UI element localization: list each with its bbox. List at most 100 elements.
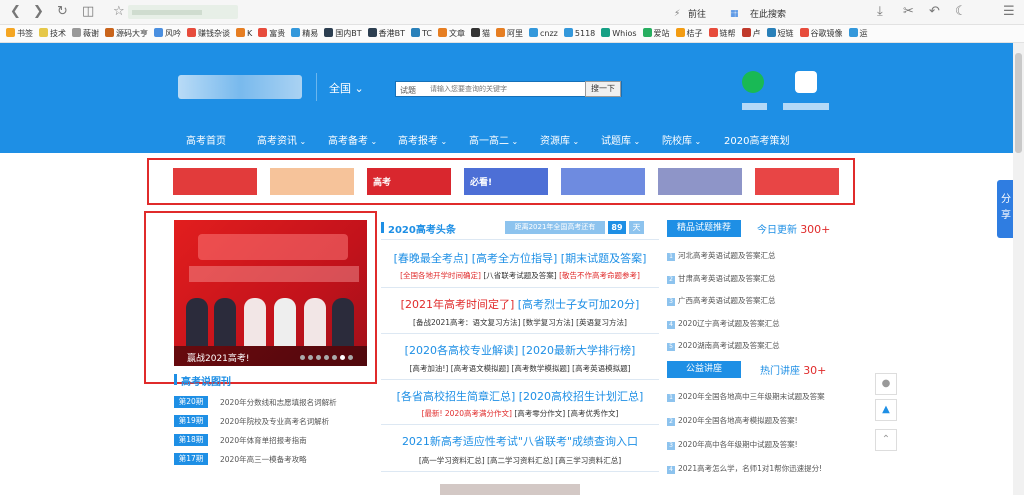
bookmark-item[interactable]: K <box>236 25 252 42</box>
tab-public-lectures[interactable]: 公益讲座 <box>667 361 741 378</box>
bookmark-item[interactable]: 短链 <box>766 25 794 42</box>
bookmark-item[interactable]: 源码大亨 <box>105 25 148 42</box>
headline-sub[interactable]: [高考加油!] [高考语文模拟题] [高考数学模拟题] [高考英语模拟题] <box>381 363 659 374</box>
list-item-label: 甘肃高考英语试题及答案汇总 <box>678 273 776 283</box>
bookmark-item[interactable]: 薇谢 <box>72 25 99 42</box>
list-item[interactable]: 4 2020辽宁高考试题及答案汇总 <box>667 318 780 329</box>
search-type-select[interactable]: 试题 <box>400 85 416 96</box>
bookmark-item[interactable]: 富贵 <box>258 25 285 42</box>
headline-link[interactable]: [春晚最全考点] [高考全方位指导] [期末试题及答案] <box>381 250 659 266</box>
bookmark-item[interactable]: 阿里 <box>496 25 523 42</box>
bookmark-item[interactable]: 国内BT <box>324 25 362 42</box>
tab-recommended-tests[interactable]: 精品试题推荐 <box>667 220 741 237</box>
site-logo[interactable] <box>178 75 302 99</box>
app-float-icon[interactable]: ▲ <box>875 399 897 421</box>
wechat-icon[interactable] <box>742 71 764 93</box>
headline-link[interactable]: 2021新高考适应性考试"八省联考"成绩查询入口 <box>381 433 659 449</box>
forward-icon[interactable]: ❯ <box>33 5 44 19</box>
search-input[interactable] <box>430 83 580 95</box>
nav-item[interactable]: 院校库 ⌄ <box>662 131 701 153</box>
scissors-icon[interactable]: ✂ <box>903 5 914 19</box>
headline-sub[interactable]: [高一学习资料汇总] [高二学习资料汇总] [高三学习资料汇总] <box>381 455 659 466</box>
headline-link-red[interactable]: [2021年高考时间定了] <box>401 298 515 311</box>
bookmark-item[interactable]: 谷歌镜像 <box>799 25 843 42</box>
bookmark-icon <box>39 28 48 37</box>
wechat-float-icon[interactable]: ● <box>875 373 897 395</box>
nav-item[interactable]: 高考报考 ⌄ <box>398 131 447 153</box>
carousel-dots[interactable] <box>297 353 353 363</box>
search-engine-icon[interactable]: ▦ <box>730 7 739 21</box>
bookmark-item[interactable]: 5118 <box>563 25 595 42</box>
nav-item[interactable]: 试题库 ⌄ <box>601 131 640 153</box>
bookmark-item[interactable]: 链帮 <box>708 25 736 42</box>
nav-item[interactable]: 2020高考策划 <box>724 131 789 153</box>
list-item[interactable]: 1 河北高考英语试题及答案汇总 <box>667 250 776 261</box>
reader-icon[interactable]: ◫ <box>82 5 94 19</box>
ad-banner[interactable]: 高考 <box>367 168 451 195</box>
bookmark-item[interactable]: 爱站 <box>642 25 670 42</box>
carousel-banner[interactable]: 赢战2021高考! <box>174 220 367 366</box>
bookmark-item[interactable]: cnzz <box>529 25 558 42</box>
back-icon[interactable]: ❮ <box>10 5 21 19</box>
bookmark-item[interactable]: 卢 <box>741 25 761 42</box>
download-icon[interactable]: ⤓ <box>877 5 883 19</box>
bookmark-item[interactable]: 猫 <box>471 25 490 42</box>
headline-sub-link[interactable]: [敬告不作高考命题参考] <box>559 271 640 280</box>
list-item[interactable]: 4 2021高考怎么学，名师1对1帮你迅速提分! <box>667 463 822 474</box>
star-icon[interactable]: ☆ <box>113 5 125 19</box>
headline-link-blue[interactable]: [高考烈士子女可加20分] <box>518 298 640 311</box>
ad-banner[interactable] <box>270 168 354 195</box>
bookmark-item[interactable]: 桔子 <box>675 25 703 42</box>
list-item[interactable]: 2 甘肃高考英语试题及答案汇总 <box>667 273 776 284</box>
list-item[interactable]: 5 2020湖南高考试题及答案汇总 <box>667 340 780 351</box>
night-mode-icon[interactable]: ☾ <box>955 5 967 19</box>
nav-item[interactable]: 高考备考 ⌄ <box>328 131 377 153</box>
bookmark-icon <box>411 28 420 37</box>
list-item[interactable]: 3 广西高考英语试题及答案汇总 <box>667 295 776 306</box>
nav-item[interactable]: 高考首页 <box>186 131 226 153</box>
list-item[interactable]: 3 2020年高中各年级期中试题及答案! <box>667 439 798 450</box>
forward-button[interactable]: 前往 <box>688 7 706 20</box>
ad-banner[interactable] <box>755 168 839 195</box>
headline-sub-link[interactable]: [全国各地开学时间确定] <box>400 271 481 280</box>
nav-item[interactable]: 高考资讯 ⌄ <box>257 131 306 153</box>
search-button[interactable]: 搜一下 <box>585 81 621 97</box>
headline-sub-link[interactable]: [八省联考试题及答案] <box>483 271 556 280</box>
app-icon[interactable] <box>795 71 817 93</box>
bookmark-label: 技术 <box>50 29 66 38</box>
undo-icon[interactable]: ↶ <box>929 5 940 19</box>
scrollbar[interactable] <box>1013 43 1024 495</box>
nav-item[interactable]: 资源库 ⌄ <box>540 131 579 153</box>
bookmark-item[interactable]: 技术 <box>39 25 66 42</box>
region-selector[interactable]: 全国 ⌄ <box>329 80 364 96</box>
menu-icon[interactable]: ☰ <box>1003 5 1015 19</box>
ad-banner[interactable] <box>658 168 742 195</box>
ad-banner[interactable]: 必看! <box>464 168 548 195</box>
bookmark-item[interactable]: Whios <box>601 25 637 42</box>
ad-banner[interactable] <box>561 168 645 195</box>
list-item[interactable]: 2 2020年全国各地高考模拟题及答案! <box>667 415 798 426</box>
bookmark-item[interactable]: 风吟 <box>154 25 181 42</box>
bookmark-item[interactable]: TC <box>411 25 432 42</box>
list-item[interactable]: 1 2020年全国各地高中三年级期末试题及答案 <box>667 391 825 402</box>
browser-search-box[interactable]: 在此搜索 <box>750 7 786 20</box>
reload-icon[interactable]: ↻ <box>57 5 68 19</box>
nav-item[interactable]: 高一高二 ⌄ <box>469 131 518 153</box>
headline-sub-link[interactable]: [高考零分作文] [高考优秀作文] <box>514 409 618 418</box>
ad-banner[interactable] <box>173 168 257 195</box>
bookmark-item[interactable]: 书签 <box>6 25 33 42</box>
address-bar[interactable] <box>128 5 238 19</box>
ad-banner-label: 高考 <box>373 178 392 188</box>
back-to-top-icon[interactable]: ⌃ <box>875 429 897 451</box>
bookmark-item[interactable]: 赚钱杂谈 <box>187 25 230 42</box>
headline-sub-link[interactable]: [最新! 2020高考满分作文] <box>422 409 512 418</box>
headline-link[interactable]: [2021年高考时间定了] [高考烈士子女可加20分] <box>381 296 659 312</box>
bookmark-item[interactable]: 运 <box>848 25 868 42</box>
bookmark-item[interactable]: 文章 <box>438 25 465 42</box>
headline-link[interactable]: [各省高校招生简章汇总] [2020高校招生计划汇总] <box>381 388 659 404</box>
bookmark-item[interactable]: 精易 <box>291 25 318 42</box>
headline-link[interactable]: [2020各高校专业解读] [2020最新大学排行榜] <box>381 342 659 358</box>
bookmark-item[interactable]: 香港BT <box>367 25 405 42</box>
bookmark-icon <box>154 28 163 37</box>
headline-sub[interactable]: [备战2021高考：语文复习方法] [数学复习方法] [英语复习方法] <box>381 317 659 328</box>
